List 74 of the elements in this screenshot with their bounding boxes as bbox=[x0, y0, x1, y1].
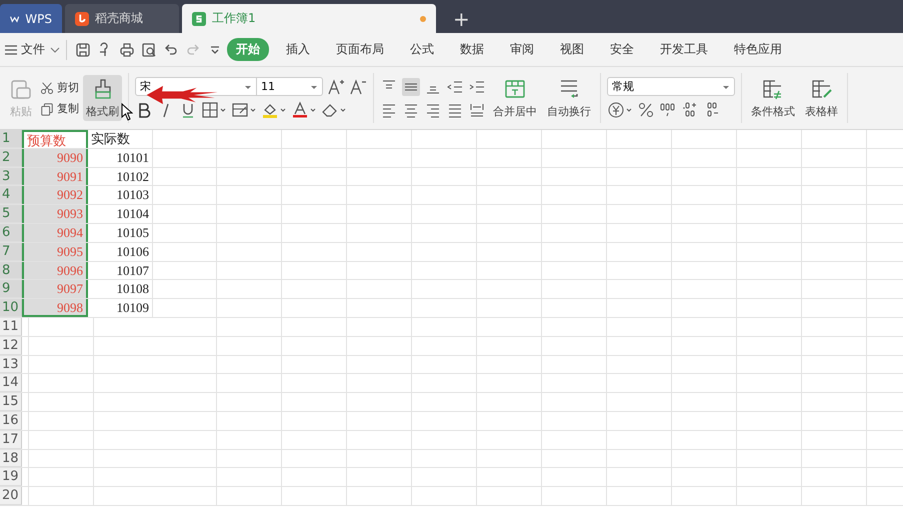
ribbon-tab[interactable]: 特色应用 bbox=[725, 38, 791, 61]
row-header[interactable]: 11 bbox=[0, 318, 22, 336]
row-header[interactable]: 14 bbox=[0, 374, 22, 392]
row-header[interactable]: 4 bbox=[0, 186, 22, 204]
row-header[interactable]: 15 bbox=[0, 393, 22, 411]
row-header[interactable]: 9 bbox=[0, 280, 22, 298]
flame-icon bbox=[75, 12, 89, 26]
font-color-icon[interactable] bbox=[291, 101, 317, 119]
font-size-field[interactable]: 11 bbox=[257, 77, 323, 96]
row-header[interactable]: 12 bbox=[0, 336, 22, 355]
ribbon-tab[interactable]: 安全 bbox=[601, 38, 643, 61]
row-header[interactable]: 5 bbox=[0, 205, 22, 223]
copy-button[interactable]: 复制 bbox=[40, 101, 79, 116]
thousands-separator-icon[interactable] bbox=[659, 101, 677, 119]
print-icon[interactable] bbox=[119, 42, 135, 58]
row-header[interactable]: 2 bbox=[0, 148, 22, 167]
ribbon-tab[interactable]: 开发工具 bbox=[651, 38, 717, 61]
row-header[interactable]: 7 bbox=[0, 242, 22, 261]
row-header[interactable]: 16 bbox=[0, 412, 22, 430]
wrap-text-button[interactable]: 自动换行 bbox=[544, 75, 594, 121]
increase-font-icon[interactable] bbox=[327, 78, 345, 96]
copy-icon bbox=[40, 102, 54, 116]
row-header[interactable]: 8 bbox=[0, 262, 22, 280]
menu-icon[interactable] bbox=[4, 42, 18, 56]
conditional-format-button[interactable]: 条件格式 bbox=[748, 75, 798, 121]
align-middle-icon[interactable] bbox=[402, 78, 420, 96]
ribbon-tab[interactable]: 审阅 bbox=[501, 38, 543, 61]
save-icon[interactable] bbox=[75, 42, 91, 58]
preview-icon[interactable] bbox=[141, 42, 157, 58]
document-tab[interactable]: WPS bbox=[0, 4, 62, 33]
row-header[interactable]: 10 bbox=[0, 299, 22, 317]
chevron-down-icon[interactable] bbox=[50, 44, 60, 54]
currency-icon[interactable] bbox=[607, 101, 633, 119]
table-cell: 9095 bbox=[22, 242, 88, 261]
ribbon-tab[interactable]: 公式 bbox=[401, 38, 443, 61]
cut-button[interactable]: 剪切 bbox=[40, 80, 79, 95]
format-painter-button[interactable]: 格式刷 bbox=[83, 75, 122, 121]
borders-icon[interactable] bbox=[201, 101, 227, 119]
document-tab[interactable]: 稻壳商城 bbox=[65, 4, 179, 33]
table-cell: 9097 bbox=[22, 280, 88, 298]
table-cell: 9093 bbox=[22, 205, 88, 223]
row-header[interactable]: 3 bbox=[0, 168, 22, 186]
table-cell: 9094 bbox=[22, 224, 88, 242]
undo-icon[interactable] bbox=[163, 42, 179, 58]
spreadsheet-icon bbox=[192, 12, 206, 26]
table-cell: 9098 bbox=[22, 299, 88, 317]
table-cell: 9092 bbox=[22, 186, 88, 204]
scissors-icon bbox=[40, 80, 54, 94]
decrease-font-icon[interactable] bbox=[349, 78, 367, 96]
table-cell: 预算数 bbox=[22, 130, 88, 148]
increase-decimal-icon[interactable] bbox=[681, 101, 699, 119]
new-tab-button[interactable]: + bbox=[449, 4, 474, 33]
fill-pattern-icon[interactable] bbox=[231, 101, 257, 119]
ribbon-tab[interactable]: 页面布局 bbox=[327, 38, 393, 61]
merge-center-button[interactable]: 合并居中 bbox=[490, 75, 540, 121]
cursor-icon bbox=[121, 103, 133, 121]
table-style-button[interactable]: 表格样 bbox=[802, 75, 841, 121]
row-header[interactable]: 20 bbox=[0, 487, 22, 505]
row-header[interactable]: 19 bbox=[0, 468, 22, 486]
table-cell: 9091 bbox=[22, 168, 88, 186]
file-menu[interactable]: 文件 bbox=[18, 41, 48, 58]
row-header[interactable]: 17 bbox=[0, 430, 22, 449]
table-cell: 9090 bbox=[22, 148, 88, 167]
ribbon-tab[interactable]: 数据 bbox=[451, 38, 493, 61]
ribbon-tab[interactable]: 视图 bbox=[551, 38, 593, 61]
row-header[interactable]: 18 bbox=[0, 450, 22, 468]
table-cell: 9096 bbox=[22, 262, 88, 280]
row-header[interactable]: 6 bbox=[0, 224, 22, 242]
ribbon-tab[interactable]: 插入 bbox=[277, 38, 319, 61]
document-tab[interactable]: 工作簿1 bbox=[182, 4, 436, 33]
number-format-field[interactable]: 常规 bbox=[607, 77, 735, 96]
row-header[interactable]: 1 bbox=[0, 130, 22, 148]
percent-icon[interactable] bbox=[637, 101, 655, 119]
row-header[interactable]: 13 bbox=[0, 356, 22, 374]
